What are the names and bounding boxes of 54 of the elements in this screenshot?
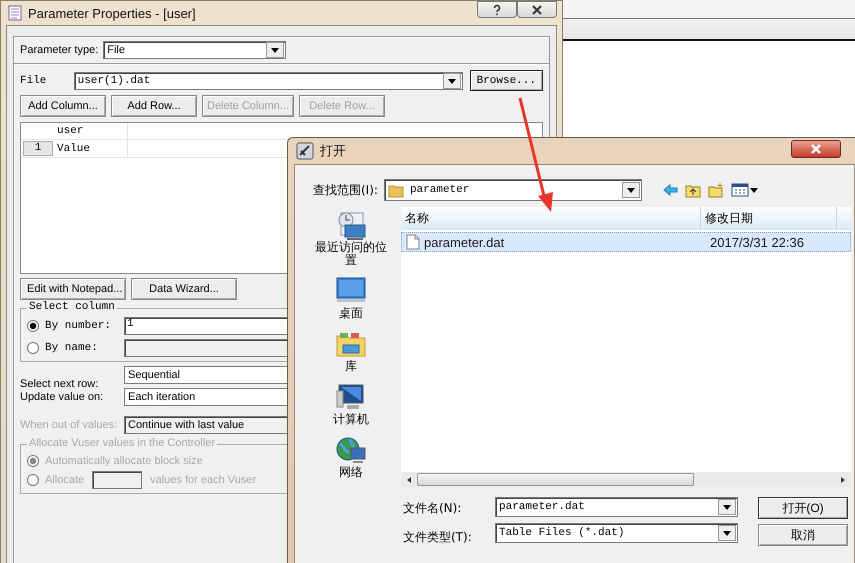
radio-label[interactable]: By number: (45, 320, 112, 332)
field-label: Update value on: (20, 391, 104, 404)
window-title: 打开 (320, 143, 346, 160)
table-cell: Value (53, 140, 128, 157)
place-shortcut[interactable]: 网络 (313, 434, 389, 479)
close-icon (810, 143, 822, 155)
browse-button[interactable]: Browse... (470, 70, 543, 91)
scroll-left-icon (405, 476, 413, 484)
file-date: 2017/3/31 22:36 (709, 234, 805, 250)
scroll-right-icon (839, 476, 847, 484)
window-title: Parameter Properties - [user] (28, 6, 196, 20)
action-button[interactable]: Edit with Notepad... (20, 278, 126, 300)
group-title: Allocate Vuser values in the Controller (27, 437, 218, 449)
table-button[interactable]: Add Row... (111, 95, 197, 117)
column-header: user (53, 123, 128, 139)
row-number: 1 (23, 141, 53, 156)
field-label: Parameter type: (20, 44, 98, 56)
file-icon (406, 234, 420, 250)
app-icon (296, 142, 314, 160)
action-button[interactable]: Data Wizard... (131, 278, 237, 300)
field-label: 查找范围(I): (313, 182, 378, 198)
field-label: File (20, 74, 48, 86)
column-header[interactable]: 修改日期 (701, 207, 837, 229)
parameter-type-dropdown[interactable]: File (103, 41, 286, 59)
new-folder-icon (708, 182, 724, 198)
file-row[interactable]: parameter.dat 2017/3/31 22:36 (401, 232, 851, 252)
help-icon (491, 4, 503, 16)
place-shortcut[interactable]: 桌面 (313, 275, 389, 320)
scroll-thumb[interactable] (417, 473, 694, 486)
field-label: When out of values: (20, 419, 118, 431)
look-in-dropdown[interactable]: parameter (384, 179, 642, 201)
table-button[interactable]: Add Column... (20, 95, 106, 117)
field-label: values for each Vuser (150, 474, 256, 486)
dialog-button[interactable]: 打开(O) (758, 497, 848, 519)
back-arrow-icon (662, 182, 678, 198)
radio-button[interactable] (27, 342, 39, 354)
close-icon (531, 4, 543, 16)
close-button[interactable] (791, 140, 841, 158)
dialog-button[interactable]: 取消 (758, 524, 848, 546)
help-button[interactable] (477, 1, 517, 18)
path-dropdown[interactable]: user(1).dat (74, 72, 463, 90)
close-button[interactable] (517, 1, 557, 18)
place-shortcut[interactable]: 最近访问的位置 (313, 209, 389, 267)
field-label: 文件类型(T): (403, 529, 473, 546)
document-icon (8, 5, 22, 21)
view-menu-icon (730, 182, 759, 198)
radio-button[interactable] (27, 320, 39, 332)
file-name-dropdown[interactable]: parameter.dat (495, 497, 738, 517)
field-label: 文件名(N): (403, 500, 462, 517)
file-type-dropdown[interactable]: Table Files (*.dat) (495, 523, 738, 543)
file-name: parameter.dat (424, 234, 504, 250)
radio-label[interactable]: By name: (45, 342, 98, 354)
field-label: Select next row: (20, 378, 100, 391)
horizontal-scrollbar[interactable] (401, 472, 851, 487)
